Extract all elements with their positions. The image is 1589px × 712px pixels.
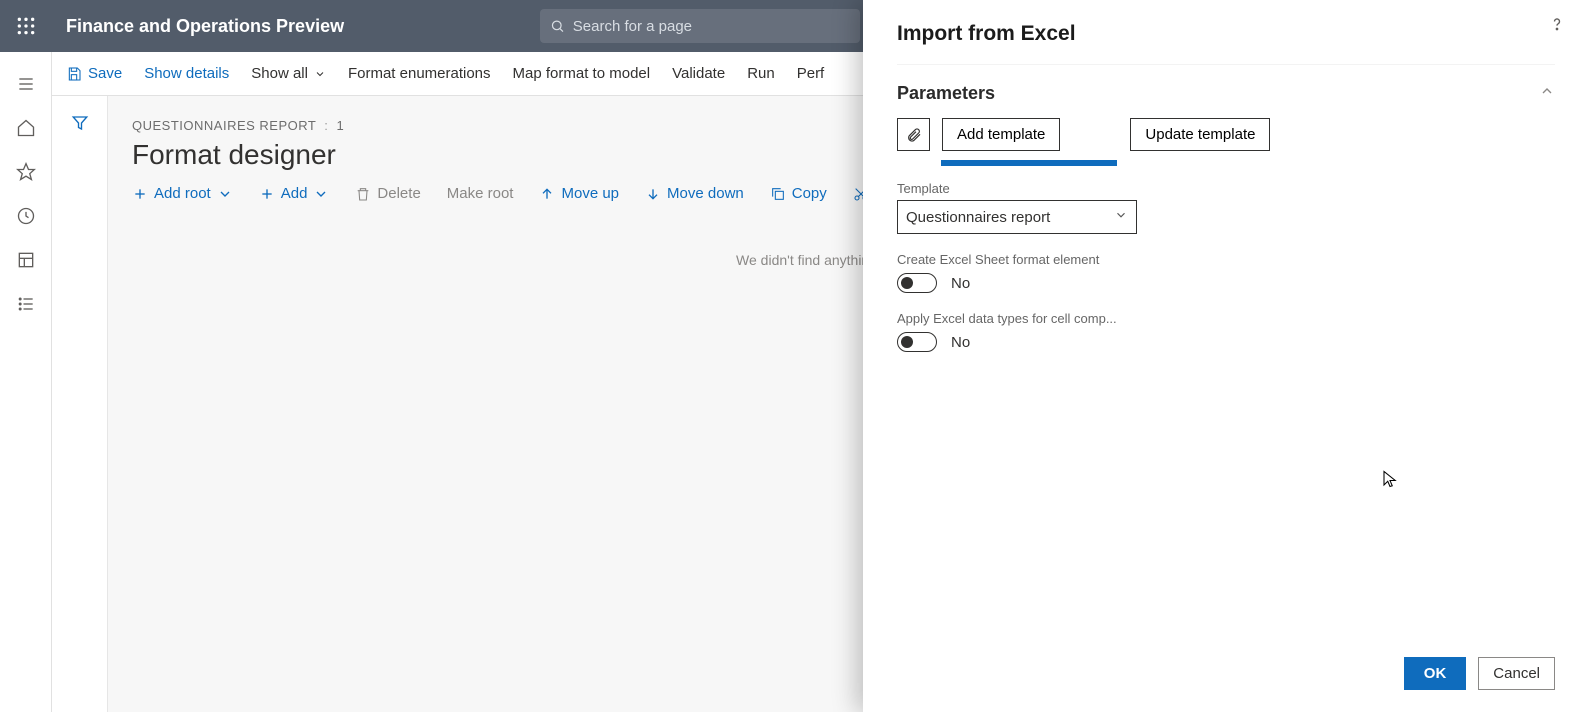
- arrow-down-icon: [645, 186, 661, 202]
- chevron-down-icon: [313, 186, 329, 202]
- attachment-button[interactable]: [897, 118, 930, 151]
- parameters-heading: Parameters: [897, 83, 995, 104]
- save-button[interactable]: Save: [66, 65, 122, 82]
- home-button[interactable]: [0, 106, 52, 150]
- add-template-button[interactable]: Add template: [942, 118, 1060, 151]
- search-box[interactable]: [540, 9, 860, 43]
- progress-indicator: [941, 160, 1117, 166]
- run-button[interactable]: Run: [747, 65, 775, 82]
- delete-button[interactable]: Delete: [355, 185, 420, 202]
- move-down-button[interactable]: Move down: [645, 185, 744, 202]
- clock-icon: [16, 206, 36, 226]
- create-sheet-field: Create Excel Sheet format element No: [897, 252, 1555, 293]
- modules-button[interactable]: [0, 282, 52, 326]
- home-icon: [16, 118, 36, 138]
- chevron-down-icon: [314, 68, 326, 80]
- show-details-button[interactable]: Show details: [144, 65, 229, 82]
- waffle-icon: [16, 16, 36, 36]
- map-format-button[interactable]: Map format to model: [513, 65, 651, 82]
- plus-icon: [132, 186, 148, 202]
- chevron-up-icon: [1539, 83, 1555, 99]
- template-label: Template: [897, 181, 1555, 196]
- template-value: Questionnaires report: [906, 209, 1050, 226]
- breadcrumb-title: QUESTIONNAIRES REPORT: [132, 118, 316, 133]
- apply-types-field: Apply Excel data types for cell comp... …: [897, 311, 1555, 352]
- chevron-down-icon: [1114, 208, 1128, 226]
- arrow-up-icon: [539, 186, 555, 202]
- save-label: Save: [88, 65, 122, 82]
- trash-icon: [355, 186, 371, 202]
- workspace-icon: [16, 250, 36, 270]
- save-icon: [66, 66, 82, 82]
- cancel-button[interactable]: Cancel: [1478, 657, 1555, 690]
- template-select[interactable]: Questionnaires report: [897, 200, 1137, 234]
- update-template-button[interactable]: Update template: [1130, 118, 1270, 151]
- create-sheet-label: Create Excel Sheet format element: [897, 252, 1555, 267]
- filter-column: [52, 96, 108, 712]
- workspaces-button[interactable]: [0, 238, 52, 282]
- favorites-button[interactable]: [0, 150, 52, 194]
- hamburger-icon: [16, 74, 36, 94]
- move-up-button[interactable]: Move up: [539, 185, 619, 202]
- hamburger-button[interactable]: [0, 62, 52, 106]
- search-input[interactable]: [573, 18, 850, 35]
- add-root-button[interactable]: Add root: [132, 185, 233, 202]
- recent-button[interactable]: [0, 194, 52, 238]
- template-buttons-row: Add template Update template: [897, 118, 1555, 151]
- format-enumerations-button[interactable]: Format enumerations: [348, 65, 491, 82]
- filter-icon: [71, 114, 89, 132]
- help-button[interactable]: [1547, 14, 1567, 40]
- copy-icon: [770, 186, 786, 202]
- make-root-button[interactable]: Make root: [447, 185, 514, 202]
- apply-types-value: No: [951, 334, 970, 351]
- left-nav-rail: [0, 52, 52, 712]
- collapse-section-button[interactable]: [1539, 83, 1555, 104]
- copy-button[interactable]: Copy: [770, 185, 827, 202]
- show-all-button[interactable]: Show all: [251, 65, 326, 82]
- filter-button[interactable]: [71, 114, 89, 712]
- performance-button[interactable]: Perf: [797, 65, 825, 82]
- show-all-label: Show all: [251, 65, 308, 82]
- parameters-section-header[interactable]: Parameters: [897, 83, 1555, 104]
- app-title: Finance and Operations Preview: [66, 16, 344, 37]
- list-icon: [16, 294, 36, 314]
- create-sheet-toggle[interactable]: [897, 273, 937, 293]
- plus-icon: [259, 186, 275, 202]
- ok-button[interactable]: OK: [1404, 657, 1467, 690]
- import-from-excel-panel: Import from Excel Parameters Add templat…: [863, 0, 1589, 712]
- search-icon: [550, 18, 565, 34]
- paperclip-icon: [906, 127, 922, 143]
- breadcrumb-separator: :: [324, 118, 328, 133]
- breadcrumb-number: 1: [336, 118, 344, 133]
- validate-button[interactable]: Validate: [672, 65, 725, 82]
- flyout-title: Import from Excel: [897, 22, 1555, 65]
- app-launcher-button[interactable]: [0, 0, 52, 52]
- apply-types-toggle[interactable]: [897, 332, 937, 352]
- apply-types-label: Apply Excel data types for cell comp...: [897, 311, 1555, 326]
- chevron-down-icon: [217, 186, 233, 202]
- help-icon: [1547, 14, 1567, 34]
- template-field: Template Questionnaires report: [897, 181, 1555, 234]
- flyout-footer: OK Cancel: [897, 641, 1555, 712]
- add-button[interactable]: Add: [259, 185, 330, 202]
- star-icon: [16, 162, 36, 182]
- create-sheet-value: No: [951, 275, 970, 292]
